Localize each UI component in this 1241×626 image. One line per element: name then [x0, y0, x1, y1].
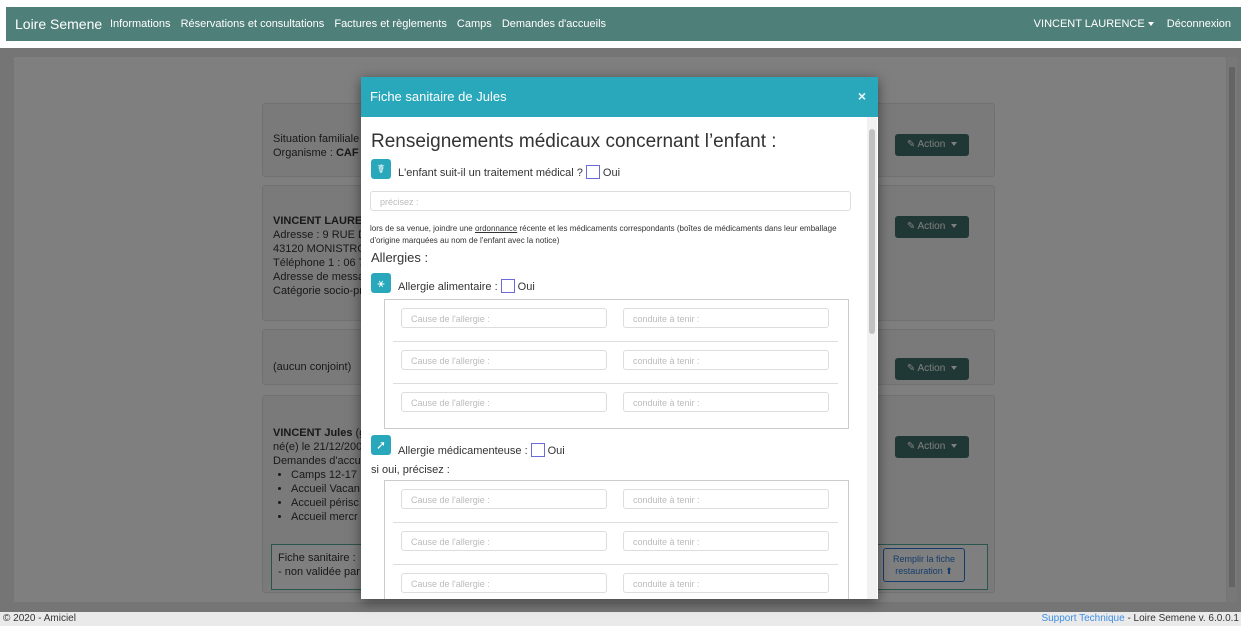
nav-camps[interactable]: Camps — [457, 18, 492, 30]
note-pre: lors de sa venue, joindre une — [370, 224, 475, 233]
med-allergy-checkbox[interactable] — [530, 443, 545, 457]
modal-header: Fiche sanitaire de Jules × — [361, 77, 878, 117]
allergies-heading: Allergies : — [371, 250, 429, 265]
conduite-input[interactable]: conduite à tenir : — [623, 392, 829, 412]
modal-scrollbar[interactable] — [867, 117, 877, 599]
oui-label: Oui — [547, 445, 565, 457]
user-name: VINCENT LAURENCE — [1033, 18, 1145, 30]
cause-input[interactable]: Cause de l'allergie : — [401, 392, 607, 412]
close-icon[interactable]: × — [858, 88, 866, 104]
nav-factures[interactable]: Factures et règlements — [334, 18, 447, 30]
allergy-row: Cause de l'allergie : conduite à tenir : — [393, 342, 838, 384]
conduite-input[interactable]: conduite à tenir : — [623, 573, 829, 593]
footer-right: Support Technique - Loire Semene v. 6.0.… — [1041, 612, 1239, 626]
oui-label: Oui — [602, 167, 621, 179]
food-allergy-label: Allergie alimentaire : — [398, 281, 498, 293]
treatment-details-input[interactable]: précisez : — [370, 191, 851, 211]
fiche-sanitaire-modal: Fiche sanitaire de Jules × Renseignement… — [361, 77, 878, 599]
top-navbar: Loire Semene Informations Réservations e… — [0, 0, 1241, 48]
treatment-checkbox[interactable] — [585, 165, 600, 179]
cause-input[interactable]: Cause de l'allergie : — [401, 489, 607, 509]
syringe-icon: ➚ — [371, 435, 391, 455]
food-allergy-box: Cause de l'allergie : conduite à tenir :… — [384, 299, 849, 429]
support-link[interactable]: Support Technique — [1041, 613, 1124, 624]
allergy-row: Cause de l'allergie : conduite à tenir : — [393, 300, 838, 342]
user-menu: VINCENT LAURENCE Déconnexion — [1034, 18, 1231, 30]
med-allergy-label: Allergie médicamenteuse : — [398, 445, 528, 457]
modal-title: Fiche sanitaire de Jules — [370, 89, 507, 104]
conduite-input[interactable]: conduite à tenir : — [623, 308, 829, 328]
food-allergy-question: Allergie alimentaire : Oui — [398, 279, 535, 293]
medical-heading: Renseignements médicaux concernant l’enf… — [371, 131, 777, 152]
nav-informations[interactable]: Informations — [110, 18, 171, 30]
nav-links: Informations Réservations et consultatio… — [110, 18, 613, 30]
treatment-question: L'enfant suit-il un traitement médical ?… — [398, 165, 620, 179]
cause-input[interactable]: Cause de l'allergie : — [401, 531, 607, 551]
si-oui-label: si oui, précisez : — [371, 464, 450, 476]
modal-scroll-thumb[interactable] — [869, 129, 875, 334]
conduite-input[interactable]: conduite à tenir : — [623, 350, 829, 370]
allergy-row: Cause de l'allergie : conduite à tenir : — [393, 523, 838, 565]
allergy-row: Cause de l'allergie : conduite à tenir : — [393, 481, 838, 523]
oui-label: Oui — [517, 281, 535, 293]
medical-icon: ☤ — [371, 159, 391, 179]
food-allergy-checkbox[interactable] — [500, 279, 515, 293]
nav-reservations[interactable]: Réservations et consultations — [181, 18, 325, 30]
brand-link[interactable]: Loire Semene — [15, 16, 102, 32]
cause-input[interactable]: Cause de l'allergie : — [401, 350, 607, 370]
footer: © 2020 - Amiciel Support Technique - Loi… — [0, 612, 1241, 626]
copyright: © 2020 - Amiciel — [3, 613, 76, 624]
treatment-question-text: L'enfant suit-il un traitement médical ? — [398, 167, 583, 179]
modal-body: Renseignements médicaux concernant l’enf… — [361, 117, 878, 599]
navbar-bar: Loire Semene Informations Réservations e… — [6, 7, 1241, 41]
utensils-icon: ⚹ — [371, 273, 391, 293]
logout-link[interactable]: Déconnexion — [1167, 18, 1231, 30]
allergy-row: Cause de l'allergie : conduite à tenir : — [393, 384, 838, 426]
med-allergy-box: Cause de l'allergie : conduite à tenir :… — [384, 480, 849, 599]
allergy-row: Cause de l'allergie : conduite à tenir : — [393, 565, 838, 599]
ordonnance-link: ordonnance — [474, 224, 518, 233]
user-dropdown[interactable]: VINCENT LAURENCE — [1034, 18, 1154, 30]
cause-input[interactable]: Cause de l'allergie : — [401, 308, 607, 328]
caret-down-icon — [1147, 22, 1154, 27]
conduite-input[interactable]: conduite à tenir : — [623, 489, 829, 509]
version-text: - Loire Semene v. 6.0.0.1 — [1124, 613, 1239, 624]
nav-demandes[interactable]: Demandes d'accueils — [502, 18, 606, 30]
conduite-input[interactable]: conduite à tenir : — [623, 531, 829, 551]
med-allergy-question: Allergie médicamenteuse : Oui — [398, 443, 565, 457]
cause-input[interactable]: Cause de l'allergie : — [401, 573, 607, 593]
ordonnance-note: lors de sa venue, joindre une ordonnance… — [370, 223, 840, 247]
